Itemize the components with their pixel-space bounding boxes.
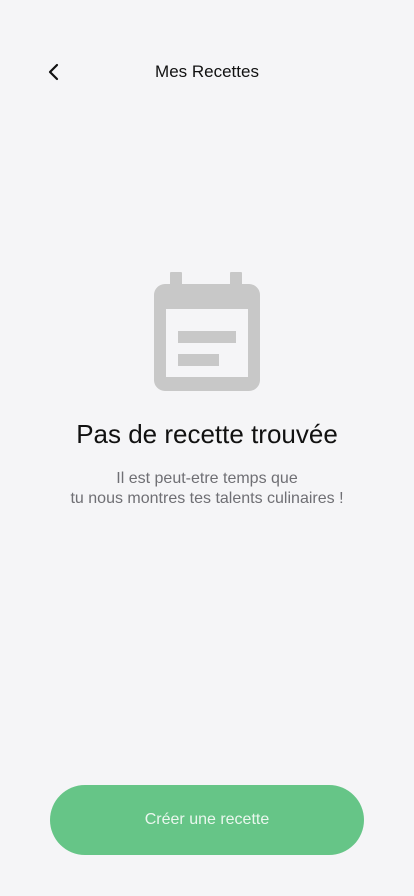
empty-state-description-line2: tu nous montres tes talents culinaires ! [70,490,344,507]
create-recipe-button[interactable]: Créer une recette [50,785,364,855]
empty-state-description-line1: Il est peut-etre temps que [116,470,298,487]
app-header: Mes Recettes [0,52,414,92]
empty-state-description: Il est peut-etre temps que tu nous montr… [0,469,414,509]
empty-state-title: Pas de recette trouvée [76,419,338,449]
calendar-list-icon [154,272,260,391]
page-title: Mes Recettes [155,62,259,81]
